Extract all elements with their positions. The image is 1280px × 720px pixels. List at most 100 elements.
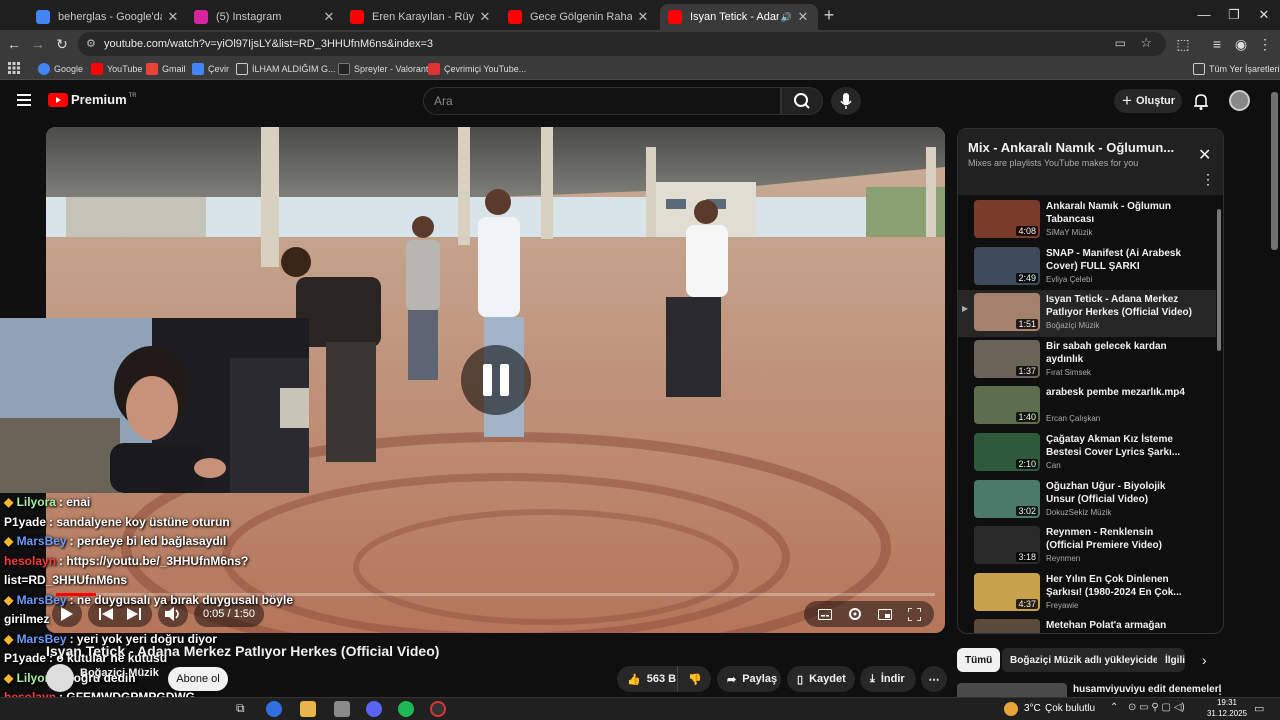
close-window-button[interactable]: ✕ xyxy=(1254,6,1274,24)
page-scrollbar[interactable] xyxy=(1271,92,1278,250)
youtube-premium-logo[interactable]: Premium TR xyxy=(48,92,137,107)
discord-icon[interactable] xyxy=(366,701,382,717)
chip-uploader[interactable]: Boğaziçi Müzik adlı yükleyiciden xyxy=(1002,648,1173,672)
bookmark-cevrimici[interactable]: Çevrimiçi YouTube... xyxy=(428,61,526,77)
play-pause-overlay[interactable] xyxy=(461,345,531,415)
weather-icon[interactable] xyxy=(1004,702,1018,716)
cast-icon[interactable]: ▭ xyxy=(1115,36,1126,50)
related-thumbnail[interactable] xyxy=(957,683,1067,697)
address-bar[interactable]: ⚙ youtube.com/watch?v=yiOl97IjsLY&list=R… xyxy=(78,32,1166,56)
bookmark-valorant[interactable]: Spreyler - Valorant xyxy=(338,61,428,77)
audio-playing-icon[interactable]: 🔊 xyxy=(781,12,792,23)
new-tab-button[interactable]: + xyxy=(820,6,838,24)
playlist-item[interactable]: 3:02 Oğuzhan Uğur - Biyolojik Unsur (Offi… xyxy=(958,477,1216,524)
bookmark-star-icon[interactable]: ☆ xyxy=(1140,35,1152,51)
close-tab-icon[interactable]: ✕ xyxy=(166,9,180,25)
related-menu-icon[interactable]: ⋮ xyxy=(1214,683,1226,697)
playlist-thumbnail[interactable]: 1:51 xyxy=(974,293,1040,332)
maximize-button[interactable]: ❐ xyxy=(1224,6,1244,24)
playlist-item[interactable]: 1:37 Bir sabah gelecek kardan aydınlık Fır… xyxy=(958,337,1216,384)
notifications-bell-icon[interactable] xyxy=(1193,93,1209,110)
more-actions-button[interactable]: ⋯ xyxy=(921,666,947,692)
playlist-item[interactable]: Metehan Polat'a armağan xyxy=(958,616,1216,633)
site-info-icon[interactable]: ⚙ xyxy=(86,37,96,50)
channel-name[interactable]: Boğaziçi Müzik xyxy=(80,667,159,679)
playlist-item[interactable]: 2:49 SNAP - Manifest (Ai Arabesk Cover) F… xyxy=(958,244,1216,291)
subtitles-icon[interactable] xyxy=(817,608,832,620)
profile-icon[interactable]: ◉ xyxy=(1232,35,1250,53)
clock-time[interactable]: 19:31 xyxy=(1212,698,1242,707)
reload-icon[interactable]: ↻ xyxy=(53,35,71,53)
bookmark-folder-ilham[interactable]: İLHAM ALDIĞIM G... xyxy=(236,61,336,77)
browser-tab[interactable]: beherglas - Google'da Ara ✕ xyxy=(28,4,188,30)
chip-all[interactable]: Tümü xyxy=(957,648,1001,672)
playlist-scrollbar[interactable] xyxy=(1217,209,1221,351)
menu-icon[interactable]: ⋮ xyxy=(1256,35,1274,53)
close-playlist-icon[interactable]: ✕ xyxy=(1198,145,1211,165)
forward-icon[interactable]: → xyxy=(29,35,47,53)
dislike-button[interactable]: 👎 xyxy=(677,666,711,692)
browser-tab[interactable]: Isyan Tetick - Adana Merke:🔊 ✕ xyxy=(660,4,818,30)
miniplayer-icon[interactable] xyxy=(877,608,892,620)
playlist-item[interactable]: 4:37 Her Yılın En Çok Dinlenen Şarkısı! (… xyxy=(958,570,1216,617)
close-tab-icon[interactable]: ✕ xyxy=(796,9,810,25)
chip-related[interactable]: İlgili xyxy=(1157,648,1185,672)
apps-grid-icon[interactable] xyxy=(8,62,20,74)
playlist-item[interactable]: 4:08 Ankaralı Namık - Oğlumun Tabancası Si… xyxy=(958,197,1216,244)
search-input[interactable]: Ara xyxy=(423,87,781,115)
playlist-menu-icon[interactable]: ⋮ xyxy=(1201,171,1215,188)
browser-tab[interactable]: Gece Gölgenin Rahatına Bak - G ✕ xyxy=(500,4,658,30)
minimize-button[interactable]: — xyxy=(1194,6,1214,24)
download-button[interactable]: ⤓ İndir xyxy=(860,666,916,692)
playlist-thumbnail[interactable] xyxy=(974,619,1040,633)
playlist-item[interactable]: 2:10 Çağatay Akman Kız İsteme Bestesi Cov… xyxy=(958,430,1216,477)
close-tab-icon[interactable]: ✕ xyxy=(636,9,650,25)
subscribe-button[interactable]: Abone ol xyxy=(168,667,228,691)
playlist-thumbnail[interactable]: 3:02 xyxy=(974,479,1040,518)
voice-search-button[interactable] xyxy=(831,87,861,115)
playlist-item[interactable]: 1:40 arabesk pembe mezarlık.mp4 Ercan Çalı… xyxy=(958,383,1216,430)
playlist-thumbnail[interactable]: 1:37 xyxy=(974,339,1040,378)
playlist-item[interactable]: ▶ 1:51 Isyan Tetick - Adana Merkez Patlıyo… xyxy=(958,290,1216,338)
close-tab-icon[interactable]: ✕ xyxy=(478,9,492,25)
account-avatar[interactable] xyxy=(1229,90,1250,111)
save-button[interactable]: ▯ Kaydet xyxy=(787,666,855,692)
tray-icons[interactable]: ⊙ ▭ ⚲ ▢ ◁) xyxy=(1128,702,1185,713)
file-explorer-icon[interactable] xyxy=(300,701,316,717)
bookmark-youtube[interactable]: YouTube xyxy=(91,61,142,77)
channel-avatar[interactable] xyxy=(46,664,74,692)
chips-next-icon[interactable]: › xyxy=(1202,652,1207,668)
playlist-thumbnail[interactable]: 4:08 xyxy=(974,200,1040,238)
spotify-icon[interactable] xyxy=(398,701,414,717)
notification-center-icon[interactable]: ▭ xyxy=(1254,702,1264,715)
share-button[interactable]: ➦ Paylaş xyxy=(717,666,781,692)
media-icon[interactable]: ≡ xyxy=(1208,35,1226,53)
related-title[interactable]: husamviyuviyu edit denemeleri xyxy=(1073,684,1221,695)
browser-tab[interactable]: (5) Instagram ✕ xyxy=(186,4,344,30)
task-view-icon[interactable]: ⧉ xyxy=(236,701,252,717)
fullscreen-icon[interactable] xyxy=(907,607,921,621)
extensions-icon[interactable]: ⬚ xyxy=(1174,35,1192,53)
playlist-thumbnail[interactable]: 2:49 xyxy=(974,246,1040,285)
bookmark-gmail[interactable]: Gmail xyxy=(146,61,186,77)
bookmark-translate[interactable]: Çevir xyxy=(192,61,229,77)
bookmark-google[interactable]: Google xyxy=(38,61,83,77)
all-bookmarks[interactable]: Tüm Yer İşaretleri xyxy=(1193,61,1280,77)
hamburger-menu-icon[interactable] xyxy=(17,94,31,106)
playlist-thumbnail[interactable]: 3:18 xyxy=(974,526,1040,565)
search-button[interactable] xyxy=(781,87,823,115)
playlist-thumbnail[interactable]: 4:37 xyxy=(974,572,1040,611)
like-button[interactable]: 👍 563 B xyxy=(617,666,677,692)
close-tab-icon[interactable]: ✕ xyxy=(322,9,336,25)
create-button[interactable]: + Oluştur xyxy=(1114,89,1182,113)
playlist-title[interactable]: Mix - Ankaralı Namık - Oğlumun... xyxy=(968,140,1188,155)
chrome-icon[interactable] xyxy=(266,701,282,717)
clock-date[interactable]: 31.12.2025 xyxy=(1203,709,1251,718)
back-icon[interactable]: ← xyxy=(5,35,23,53)
obs-icon[interactable] xyxy=(430,701,446,717)
playlist-item[interactable]: 3:18 Reynmen - Renklensin (Official Premi… xyxy=(958,523,1216,570)
app-icon[interactable] xyxy=(334,701,350,717)
browser-tab[interactable]: Eren Karayılan - Rüyalara Sor - ✕ xyxy=(342,4,500,30)
playlist-thumbnail[interactable]: 2:10 xyxy=(974,433,1040,471)
settings-gear-icon[interactable] xyxy=(848,607,862,621)
